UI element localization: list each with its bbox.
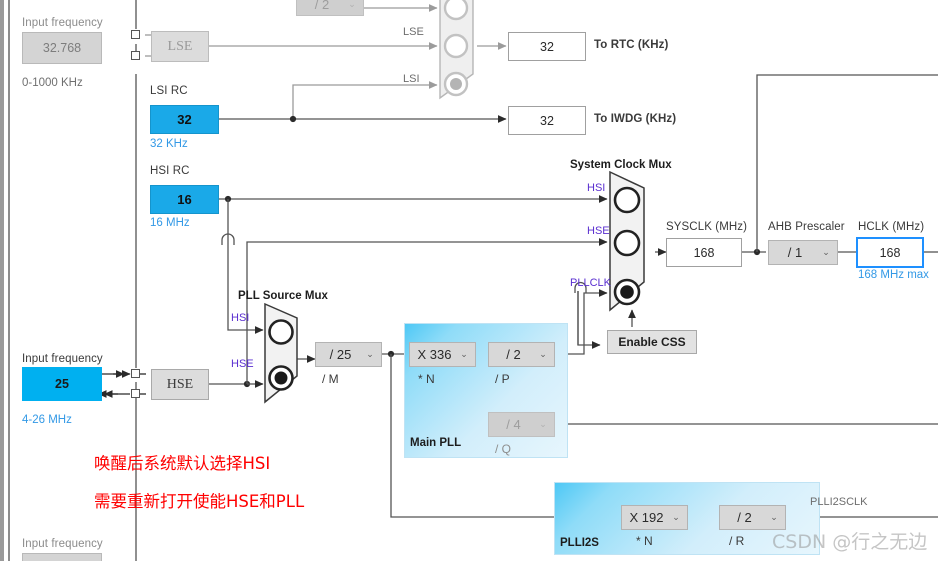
- annotation-line-1: 唤醒后系统默认选择HSI: [94, 454, 271, 473]
- third-input-frequency-field[interactable]: [22, 553, 102, 561]
- pll-q-divider-dropdown[interactable]: / 4 ⌄: [488, 412, 555, 437]
- pll-m-divider-value: / 25: [329, 347, 352, 362]
- hsi-rc-unit: 16 MHz: [150, 217, 190, 229]
- pll-source-mux-title: PLL Source Mux: [238, 290, 328, 302]
- rtc-mux-input-lse-label: LSE: [403, 26, 424, 38]
- lsi-rc-value-field[interactable]: 32: [150, 105, 219, 134]
- iwdg-output-label: To IWDG (KHz): [594, 113, 677, 125]
- hsi-rc-title: HSI RC: [150, 165, 190, 177]
- chevron-down-icon: ⌄: [460, 349, 468, 359]
- pll-p-divider-label: / P: [495, 372, 510, 386]
- plli2s-r-divider-label: / R: [729, 534, 745, 548]
- hse-pin-top: [131, 369, 140, 378]
- lse-oscillator-block[interactable]: LSE: [151, 31, 209, 62]
- plli2s-r-divider-value: / 2: [737, 510, 752, 525]
- pll-q-divider-label: / Q: [495, 442, 512, 456]
- system-clock-mux-input-hse-label: HSE: [587, 225, 610, 237]
- chevron-down-icon: ⌄: [539, 419, 547, 429]
- plli2s-n-multiplier-value: X 192: [629, 510, 664, 525]
- rtc-top-divider-dropdown[interactable]: / 2 ⌄: [296, 0, 364, 16]
- pll-source-mux-input-hsi-label: HSI: [231, 312, 250, 324]
- pll-n-multiplier-value: X 336: [417, 347, 452, 362]
- lse-input-frequency-range: 0-1000 KHz: [22, 77, 83, 89]
- rtc-output-value[interactable]: 32: [508, 32, 586, 61]
- chevron-down-icon: ⌄: [348, 0, 356, 9]
- ahb-prescaler-dropdown[interactable]: / 1 ⌄: [768, 240, 838, 265]
- system-clock-mux-input-pllclk-label: PLLCLK: [570, 277, 611, 289]
- pll-p-divider-value: / 2: [506, 347, 521, 362]
- pll-source-mux-input-hse-label: HSE: [231, 358, 254, 370]
- third-input-frequency-caption: Input frequency: [22, 538, 103, 550]
- chevron-down-icon: ⌄: [770, 512, 778, 522]
- pll-m-divider-dropdown[interactable]: / 25 ⌄: [315, 342, 382, 367]
- plli2s-n-multiplier-label: * N: [636, 534, 653, 548]
- hse-oscillator-block[interactable]: HSE: [151, 369, 209, 400]
- annotation-line-2: 需要重新打开使能HSE和PLL: [94, 492, 305, 511]
- sysclk-label: SYSCLK (MHz): [666, 221, 748, 233]
- hsi-rc-value-field[interactable]: 16: [150, 185, 219, 214]
- hclk-value[interactable]: 168: [856, 237, 924, 268]
- pll-p-divider-dropdown[interactable]: / 2 ⌄: [488, 342, 555, 367]
- lse-input-frequency-field[interactable]: 32.768: [22, 32, 102, 64]
- ahb-prescaler-value: / 1: [787, 245, 803, 260]
- rtc-output-label: To RTC (KHz): [594, 39, 669, 51]
- lse-pin-top: [131, 30, 140, 39]
- iwdg-output-value[interactable]: 32: [508, 106, 586, 135]
- pll-source-mux-shape[interactable]: [262, 302, 306, 407]
- hse-input-frequency-field[interactable]: 25: [22, 367, 102, 401]
- pll-n-multiplier-dropdown[interactable]: X 336 ⌄: [409, 342, 476, 367]
- plli2s-n-multiplier-dropdown[interactable]: X 192 ⌄: [621, 505, 688, 530]
- sysclk-value[interactable]: 168: [666, 238, 742, 267]
- pll-q-divider-value: / 4: [506, 417, 521, 432]
- panel-divider: [8, 0, 10, 561]
- chevron-down-icon: ⌄: [366, 349, 374, 359]
- hse-input-frequency-caption: Input frequency: [22, 353, 103, 365]
- watermark-text: CSDN @行之无边: [772, 531, 928, 553]
- lse-pin-bottom: [131, 51, 140, 60]
- clock-configuration-diagram: Input frequency 32.768 0-1000 KHz Input …: [0, 0, 938, 561]
- system-clock-mux-input-hsi-label: HSI: [587, 182, 606, 194]
- plli2sclk-output-label: PLLI2SCLK: [810, 496, 868, 508]
- lse-input-frequency-caption: Input frequency: [22, 17, 103, 29]
- lsi-rc-title: LSI RC: [150, 85, 188, 97]
- plli2s-title: PLLI2S: [560, 537, 599, 549]
- hse-input-frequency-range: 4-26 MHz: [22, 414, 72, 426]
- hse-pin-bottom: [131, 389, 140, 398]
- enable-css-button[interactable]: Enable CSS: [607, 330, 697, 354]
- pll-n-multiplier-label: * N: [418, 372, 435, 386]
- rtc-top-divider-value: / 2: [314, 0, 330, 12]
- lsi-rc-unit: 32 KHz: [150, 138, 188, 150]
- hclk-label: HCLK (MHz): [858, 221, 925, 233]
- chevron-down-icon: ⌄: [539, 349, 547, 359]
- rtc-mux-shape[interactable]: [437, 0, 485, 118]
- chevron-down-icon: ⌄: [822, 247, 830, 257]
- chevron-down-icon: ⌄: [672, 512, 680, 522]
- rtc-mux-input-lsi-label: LSI: [403, 73, 420, 85]
- hclk-max-note: 168 MHz max: [858, 269, 929, 281]
- main-pll-title: Main PLL: [410, 437, 462, 449]
- system-clock-mux-shape[interactable]: [606, 170, 658, 320]
- ahb-prescaler-label: AHB Prescaler: [768, 221, 845, 233]
- pll-m-divider-label: / M: [322, 372, 339, 386]
